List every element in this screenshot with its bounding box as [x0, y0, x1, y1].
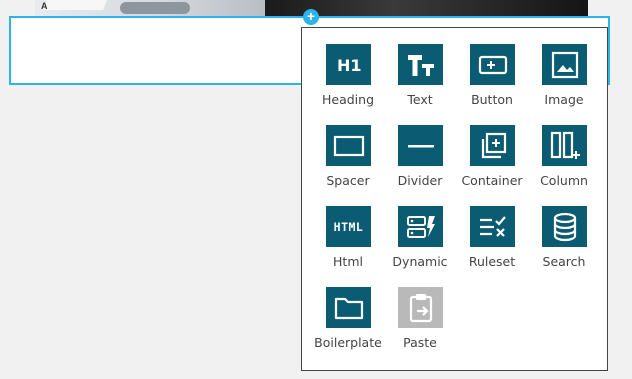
palette-item-heading[interactable]: H1 Heading	[312, 30, 384, 108]
ruleset-icon	[470, 206, 515, 247]
palette-item-boilerplate[interactable]: Boilerplate	[312, 273, 384, 351]
palette-item-label: Container	[461, 173, 523, 188]
palette-item-label: Text	[407, 92, 433, 107]
palette-item-label: Boilerplate	[314, 335, 382, 350]
add-element-button[interactable]: +	[303, 9, 319, 25]
palette-item-label: Search	[542, 254, 586, 269]
divider-icon	[398, 125, 443, 166]
palette-item-label: Button	[471, 92, 513, 107]
button-icon	[470, 44, 515, 85]
palette-item-container[interactable]: Container	[456, 111, 528, 189]
palette-item-search[interactable]: Search	[528, 192, 600, 270]
palette-item-button[interactable]: Button	[456, 30, 528, 108]
palette-item-label: Dynamic	[392, 254, 448, 269]
palette-item-ruleset[interactable]: Ruleset	[456, 192, 528, 270]
palette-item-label: Column	[540, 173, 588, 188]
palette-item-html[interactable]: HTML Html	[312, 192, 384, 270]
element-palette: H1 Heading Text Button Image Spacer Divi…	[301, 27, 608, 371]
folder-icon	[326, 287, 371, 328]
palette-item-paste[interactable]: Paste	[384, 273, 456, 351]
search-database-icon	[542, 206, 587, 247]
palette-item-label: Paste	[403, 335, 437, 350]
palette-item-label: Ruleset	[468, 254, 516, 269]
palette-item-column[interactable]: Column	[528, 111, 600, 189]
palette-item-label: Divider	[397, 173, 443, 188]
palette-item-label: Image	[544, 92, 584, 107]
palette-item-label: Html	[333, 254, 363, 269]
palette-item-label: Spacer	[326, 173, 370, 188]
spacer-icon	[326, 125, 371, 166]
palette-item-dynamic[interactable]: Dynamic	[384, 192, 456, 270]
svg-text:H1: H1	[337, 56, 362, 75]
palette-item-image[interactable]: Image	[528, 30, 600, 108]
palette-item-spacer[interactable]: Spacer	[312, 111, 384, 189]
html-icon: HTML	[326, 206, 371, 247]
dynamic-icon	[398, 206, 443, 247]
palette-item-text[interactable]: Text	[384, 30, 456, 108]
paste-icon	[398, 287, 443, 328]
column-icon	[542, 125, 587, 166]
image-icon	[542, 44, 587, 85]
heading-h1-icon: H1	[326, 44, 371, 85]
palette-item-divider[interactable]: Divider	[384, 111, 456, 189]
text-icon	[398, 44, 443, 85]
container-icon	[470, 125, 515, 166]
palette-item-label: Heading	[321, 92, 374, 107]
